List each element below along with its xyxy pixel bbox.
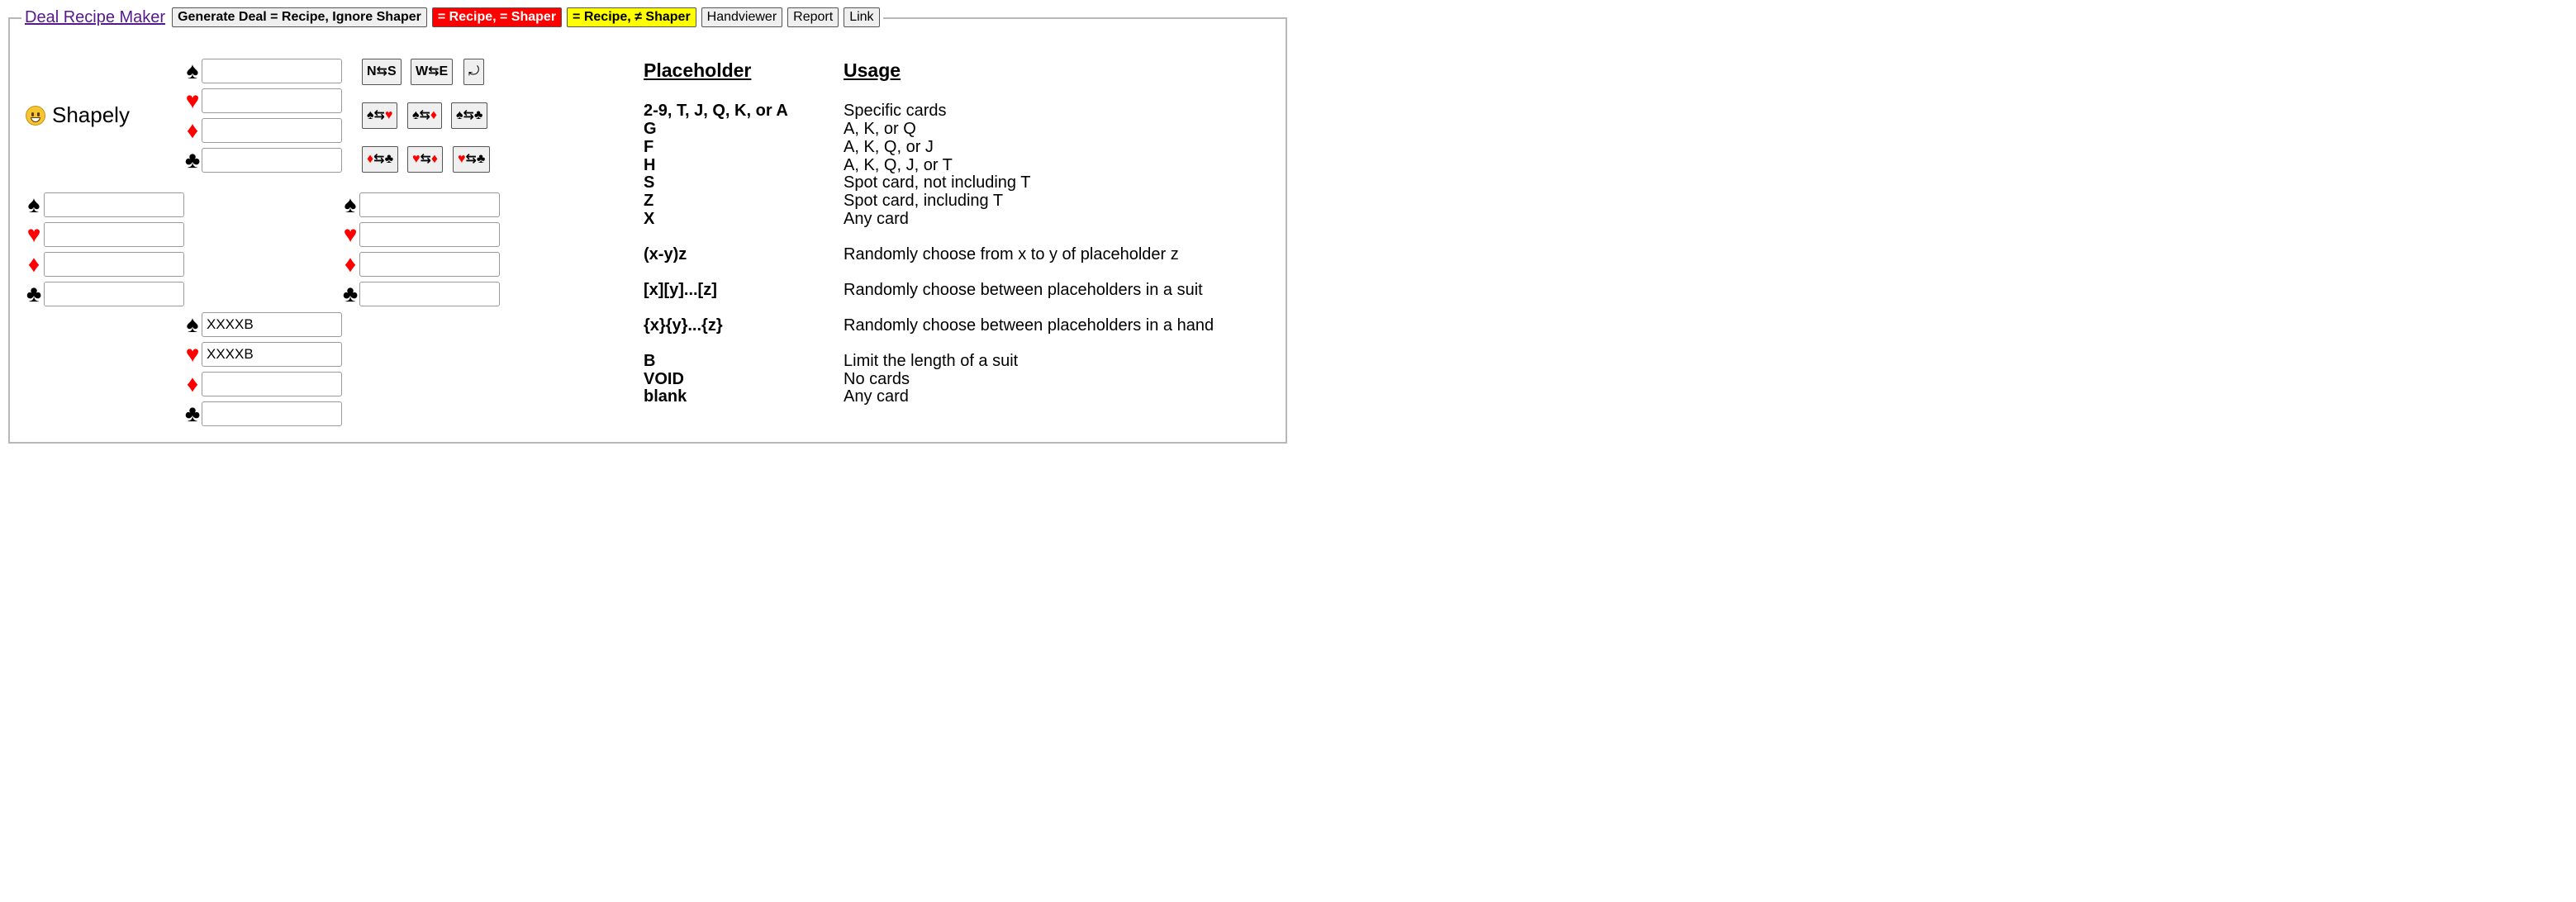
shaper-label: Shapely: [26, 102, 130, 128]
north-spades-input[interactable]: [202, 59, 342, 83]
north-hearts-input[interactable]: [202, 88, 342, 113]
club-icon: ♣: [342, 281, 359, 306]
usage-cell: No cards: [844, 370, 910, 388]
placeholder-cell: VOID: [644, 370, 684, 388]
spade-icon: ♠: [186, 58, 199, 83]
club-icon: ♣: [26, 281, 42, 306]
placeholder-cell: H: [644, 156, 656, 174]
spade-icon: ♠: [412, 108, 420, 122]
heart-icon: ♥: [185, 88, 200, 113]
club-icon: ♣: [384, 152, 394, 166]
usage-cell: A, K, Q, J, or T: [844, 156, 953, 174]
south-hearts-input[interactable]: [202, 342, 342, 367]
handviewer-button[interactable]: Handviewer: [701, 7, 783, 27]
east-diamonds-input[interactable]: [359, 252, 500, 277]
east-spades-input[interactable]: [359, 192, 500, 217]
west-hearts-input[interactable]: [44, 222, 184, 247]
club-icon: ♣: [473, 108, 483, 122]
generate-deal-ignore-shaper-button[interactable]: Generate Deal = Recipe, Ignore Shaper: [172, 7, 427, 27]
south-clubs-input[interactable]: [202, 401, 342, 426]
usage-cell: Any card: [844, 387, 909, 406]
heart-icon: ♥: [412, 152, 421, 166]
deal-recipe-page: Deal Recipe Maker Generate Deal = Recipe…: [0, 0, 1288, 451]
deal-recipe-maker-link[interactable]: Deal Recipe Maker: [25, 8, 165, 27]
usage-cell: Any card: [844, 210, 909, 228]
top-toolbar: Deal Recipe Maker Generate Deal = Recipe…: [21, 6, 883, 29]
spade-icon: ♠: [456, 108, 463, 122]
placeholder-cell: blank: [644, 387, 687, 406]
heart-icon: ♥: [343, 221, 358, 247]
west-diamonds-input[interactable]: [44, 252, 184, 277]
spade-icon: ♠: [27, 192, 40, 217]
club-icon: ♣: [184, 147, 201, 173]
placeholder-header: Placeholder: [644, 59, 752, 81]
north-diamonds-input[interactable]: [202, 118, 342, 143]
usage-cell: Randomly choose between placeholders in …: [844, 316, 1214, 335]
placeholder-cell: X: [644, 210, 655, 228]
swap-spades-diamonds-button[interactable]: ♠ ⇆ ♦: [407, 102, 443, 129]
usage-cell: Randomly choose from x to y of placehold…: [844, 245, 1179, 263]
heart-icon: ♥: [458, 152, 466, 166]
report-button[interactable]: Report: [787, 7, 839, 27]
heart-icon: ♥: [185, 341, 200, 367]
placeholder-cell: [x][y]...[z]: [644, 281, 717, 299]
swap-spades-hearts-button[interactable]: ♠ ⇆ ♥: [362, 102, 398, 129]
swap-hearts-clubs-button[interactable]: ♥ ⇆ ♣: [453, 146, 491, 173]
usage-header: Usage: [844, 59, 901, 81]
swap-arrows-icon: ⇆: [373, 108, 385, 122]
diamond-icon: ♦: [430, 108, 438, 122]
heart-icon: ♥: [384, 108, 393, 122]
grinning-face-icon: [26, 105, 45, 126]
usage-cell: Limit the length of a suit: [844, 352, 1019, 370]
diamond-icon: ♦: [27, 251, 40, 277]
south-diamonds-input[interactable]: [202, 372, 342, 396]
diamond-icon: ♦: [344, 251, 357, 277]
swap-arrows-icon: ⇆: [419, 108, 430, 122]
usage-cell: A, K, Q, or J: [844, 138, 934, 156]
recipe-not-equal-shaper-button[interactable]: = Recipe, ≠ Shaper: [567, 7, 696, 27]
club-icon: ♣: [184, 401, 201, 426]
usage-cell: Spot card, not including T: [844, 173, 1031, 192]
swap-north-south-button[interactable]: N⇆S: [362, 59, 402, 85]
diamond-icon: ♦: [186, 371, 199, 396]
placeholder-cell: 2-9, T, J, Q, K, or A: [644, 102, 788, 120]
placeholder-cell: S: [644, 173, 655, 192]
heart-icon: ♥: [26, 221, 41, 247]
rotate-icon[interactable]: ⤾: [463, 59, 485, 85]
placeholder-cell: G: [644, 120, 657, 138]
swap-spades-clubs-button[interactable]: ♠ ⇆ ♣: [451, 102, 488, 129]
swap-diamonds-clubs-button[interactable]: ♦ ⇆ ♣: [362, 146, 399, 173]
shaper-name: Shapely: [52, 102, 130, 127]
placeholder-cell: B: [644, 352, 656, 370]
swap-arrows-icon: ⇆: [465, 152, 477, 166]
spade-icon: ♠: [344, 192, 357, 217]
usage-cell: Specific cards: [844, 102, 947, 120]
south-spades-input[interactable]: [202, 312, 342, 337]
west-spades-input[interactable]: [44, 192, 184, 217]
usage-cell: A, K, or Q: [844, 120, 916, 138]
placeholder-cell: Z: [644, 192, 654, 210]
east-hearts-input[interactable]: [359, 222, 500, 247]
diamond-icon: ♦: [186, 117, 199, 143]
north-clubs-input[interactable]: [202, 148, 342, 173]
recipe-equal-shaper-button[interactable]: = Recipe, = Shaper: [431, 7, 563, 27]
swap-west-east-button[interactable]: W⇆E: [411, 59, 454, 85]
usage-cell: Spot card, including T: [844, 192, 1004, 210]
swap-hearts-diamonds-button[interactable]: ♥ ⇆ ♦: [407, 146, 444, 173]
usage-cell: Randomly choose between placeholders in …: [844, 281, 1203, 299]
link-button[interactable]: Link: [844, 7, 880, 27]
west-clubs-input[interactable]: [44, 282, 184, 306]
club-icon: ♣: [476, 152, 486, 166]
swap-arrows-icon: ⇆: [373, 152, 385, 166]
swap-arrows-icon: ⇆: [420, 152, 431, 166]
spade-icon: ♠: [186, 311, 199, 337]
diamond-icon: ♦: [367, 152, 374, 166]
diamond-icon: ♦: [430, 152, 439, 166]
swap-arrows-icon: ⇆: [463, 108, 474, 122]
placeholder-cell: {x}{y}...{z}: [644, 316, 723, 335]
placeholder-cell: (x-y)z: [644, 245, 687, 263]
east-clubs-input[interactable]: [359, 282, 500, 306]
spade-icon: ♠: [367, 108, 374, 122]
placeholder-cell: F: [644, 138, 654, 156]
